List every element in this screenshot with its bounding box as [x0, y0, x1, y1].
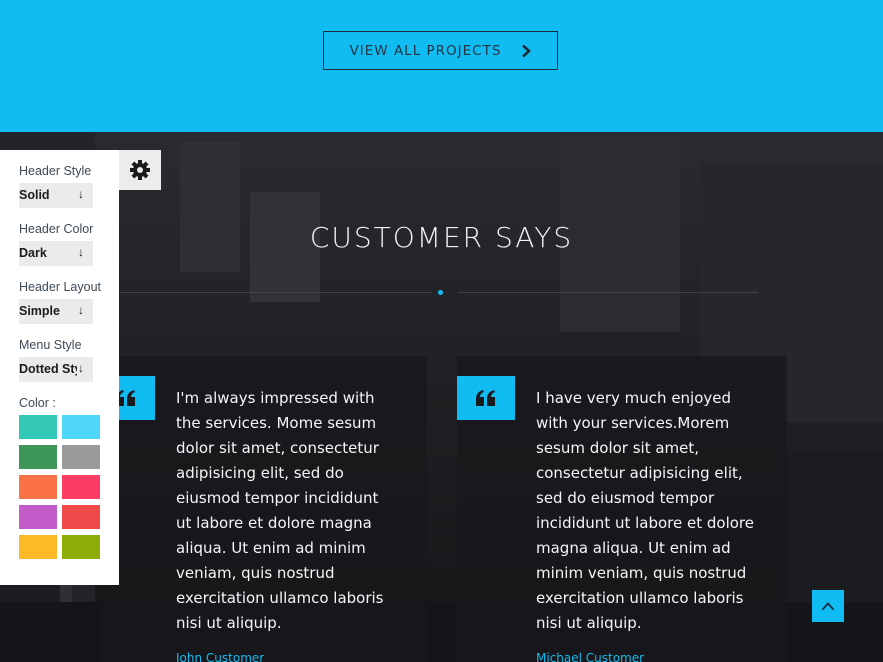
header-style-select[interactable]: Solid ↓ — [19, 183, 93, 208]
header-layout-value: Simple — [19, 304, 60, 318]
section-title: CUSTOMER SAYS — [309, 221, 574, 254]
header-style-value: Solid — [19, 188, 50, 202]
style-panel-toggle[interactable] — [119, 150, 161, 190]
title-divider-left — [120, 292, 432, 293]
color-swatch-pink[interactable] — [62, 475, 100, 499]
menu-style-label: Menu Style — [19, 338, 82, 352]
scroll-to-top-button[interactable] — [812, 590, 844, 622]
header-layout-select[interactable]: Simple ↓ — [19, 299, 93, 324]
color-label: Color : — [19, 396, 56, 410]
chevron-right-icon — [522, 44, 532, 57]
color-swatch-purple[interactable] — [19, 505, 57, 529]
view-all-projects-label: VIEW ALL PROJECTS — [349, 42, 502, 59]
color-swatch-teal[interactable] — [19, 415, 57, 439]
title-divider-dot — [438, 290, 443, 295]
chevron-up-icon — [821, 602, 835, 611]
style-switcher-panel: Header Style Solid ↓ Header Color Dark ↓… — [0, 150, 119, 585]
view-all-projects-button[interactable]: VIEW ALL PROJECTS — [323, 31, 558, 70]
color-swatch-gray[interactable] — [62, 445, 100, 469]
header-layout-label: Header Layout — [19, 280, 102, 294]
quote-icon — [116, 390, 135, 406]
title-divider-right — [458, 292, 758, 293]
testimonial-author[interactable]: John Customer — [176, 651, 264, 662]
color-swatch-sky[interactable] — [62, 415, 100, 439]
testimonial-text: I have very much enjoyed with your servi… — [536, 389, 754, 632]
arrow-down-icon: ↓ — [78, 245, 84, 259]
header-color-label: Header Color — [19, 222, 94, 236]
color-swatch-yellow[interactable] — [19, 535, 57, 559]
quote-icon — [476, 390, 495, 406]
header-color-value: Dark — [19, 246, 47, 260]
projects-band: VIEW ALL PROJECTS — [0, 0, 883, 132]
color-swatch-red[interactable] — [62, 505, 100, 529]
testimonial-text: I'm always impressed with the services. … — [176, 389, 384, 632]
arrow-down-icon: ↓ — [78, 187, 84, 201]
testimonial-author[interactable]: Michael Customer — [536, 651, 644, 662]
color-swatch-orange[interactable] — [19, 475, 57, 499]
arrow-down-icon: ↓ — [78, 361, 84, 375]
color-swatch-green[interactable] — [19, 445, 57, 469]
testimonials-section: CUSTOMER SAYS I'm always impressed with … — [0, 132, 883, 662]
gear-icon — [130, 160, 150, 180]
menu-style-select[interactable]: Dotted Style ↓ — [19, 357, 93, 382]
header-color-select[interactable]: Dark ↓ — [19, 241, 93, 266]
header-style-label: Header Style — [19, 164, 92, 178]
color-swatch-olive[interactable] — [62, 535, 100, 559]
arrow-down-icon: ↓ — [78, 303, 84, 317]
testimonial-quote-badge — [457, 376, 515, 420]
menu-style-value: Dotted Style — [19, 362, 77, 376]
